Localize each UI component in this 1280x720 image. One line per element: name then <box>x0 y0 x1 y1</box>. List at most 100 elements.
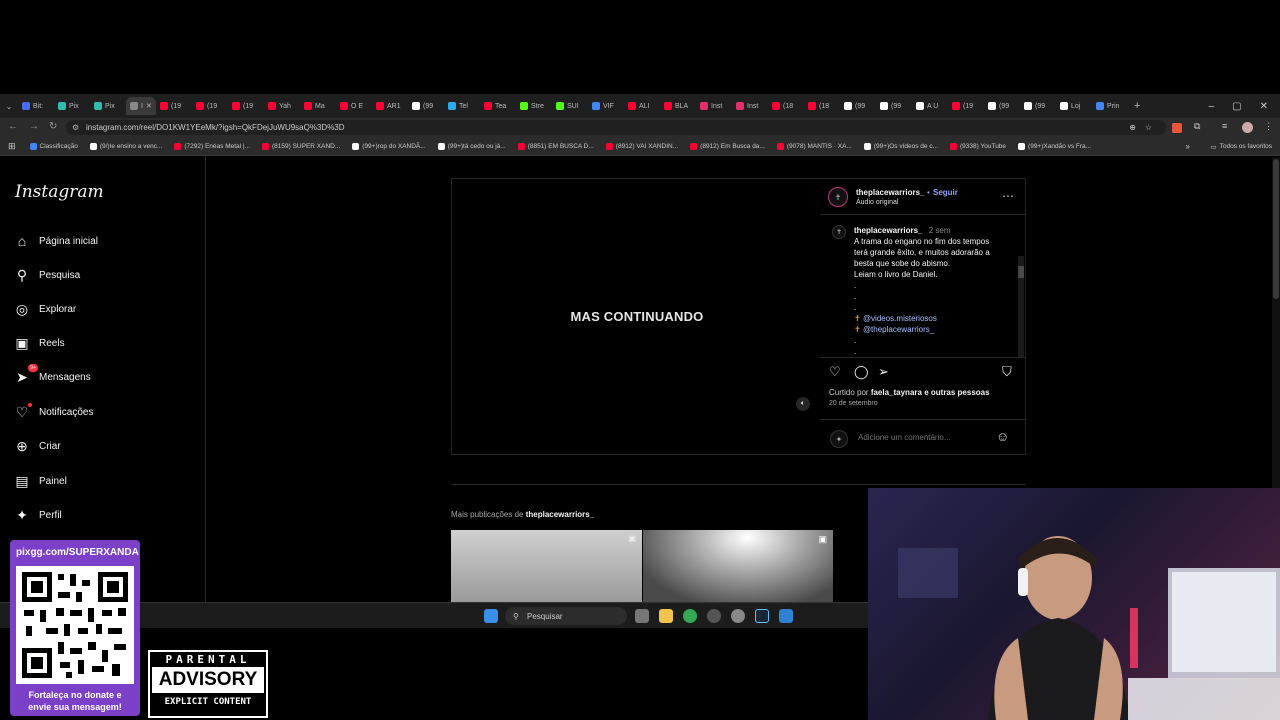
author-avatar[interactable]: ✝ <box>828 187 848 207</box>
follow-button[interactable]: Seguir <box>933 188 958 197</box>
browser-tab[interactable]: (99 <box>1020 97 1056 115</box>
browser-tab[interactable]: Bit: <box>18 97 54 115</box>
more-options-icon[interactable]: ⋯ <box>1002 189 1014 203</box>
browser-tab[interactable]: Prin <box>1092 97 1128 115</box>
bookmark-star-icon[interactable]: ☆ <box>1145 123 1152 132</box>
profile-icon[interactable] <box>1242 122 1253 133</box>
browser-tab[interactable]: Inst <box>732 97 768 115</box>
browser-tab[interactable]: Pix <box>90 97 126 115</box>
instagram-logo[interactable]: Instagram <box>15 182 104 202</box>
browser-tab[interactable]: Yah <box>264 97 300 115</box>
sidebar-item-compass[interactable]: ◎ Explorar <box>14 301 76 317</box>
browser-tab[interactable]: (19 <box>228 97 264 115</box>
share-icon[interactable]: ➢ <box>878 364 889 380</box>
liked-user[interactable]: faela_taynara <box>871 388 922 397</box>
browser-tab[interactable]: (19 <box>192 97 228 115</box>
browser-tab[interactable]: Tea <box>480 97 516 115</box>
browser-tab[interactable]: VIF <box>588 97 624 115</box>
comment-icon[interactable]: ◯ <box>854 364 869 380</box>
emoji-icon[interactable]: ☺ <box>996 429 1009 444</box>
browser-tab[interactable]: Inst <box>696 97 732 115</box>
task-view-icon[interactable] <box>635 609 649 623</box>
back-icon[interactable]: ← <box>8 121 18 132</box>
sidebar-item-reels[interactable]: ▣ Reels <box>14 335 64 351</box>
app-icon[interactable] <box>707 609 721 623</box>
browser-tab[interactable]: Loj <box>1056 97 1092 115</box>
bookmark-item[interactable]: (8159) SUPER XAND... <box>256 143 346 150</box>
browser-tab[interactable]: (18 <box>768 97 804 115</box>
more-post-thumbnail-2[interactable]: ▣ <box>643 530 833 602</box>
tab-search-icon[interactable]: ⌄ <box>0 102 18 111</box>
browser-tab[interactable]: (99 <box>876 97 912 115</box>
sidebar-item-search[interactable]: ⚲ Pesquisa <box>14 267 80 283</box>
browser-tab[interactable]: (99 <box>408 97 444 115</box>
caption-username[interactable]: theplacewarriors_ <box>854 226 922 235</box>
comment-input[interactable] <box>856 432 986 443</box>
taskbar-search[interactable]: ⚲ Pesquisar <box>505 607 627 625</box>
menu-kebab-icon[interactable]: ⋮ <box>1264 121 1273 132</box>
browser-tab[interactable]: Ma <box>300 97 336 115</box>
browser-tab[interactable]: Tel <box>444 97 480 115</box>
bookmark-item[interactable]: (99+)Os vídeos de c... <box>858 143 944 150</box>
caption-scroll-thumb[interactable] <box>1018 266 1024 278</box>
reel-video[interactable]: MAS CONTINUANDO 🔈︎ <box>451 178 821 455</box>
sidebar-item-heart[interactable]: ♡ Notificações <box>14 403 93 420</box>
page-scroll-thumb[interactable] <box>1273 159 1279 299</box>
bookmark-item[interactable]: (9/)Ie ensino a venc... <box>84 143 169 150</box>
chrome-icon[interactable] <box>683 609 697 623</box>
caption-avatar[interactable]: ✝ <box>832 225 846 239</box>
bookmark-item[interactable]: (8851) EM BUSCA D... <box>512 143 600 150</box>
browser-tab[interactable]: ALI <box>624 97 660 115</box>
browser-tab[interactable]: (99 <box>840 97 876 115</box>
zoom-icon[interactable]: ⊕ <box>1129 123 1136 132</box>
extension-icon[interactable] <box>1172 123 1182 133</box>
more-post-thumbnail-1[interactable]: ▣ <box>451 530 642 602</box>
browser-tab[interactable]: Pix <box>54 97 90 115</box>
browser-tab[interactable]: AR1 <box>372 97 408 115</box>
browser-tab[interactable]: Stre <box>516 97 552 115</box>
liked-others[interactable]: e outras pessoas <box>924 388 989 397</box>
close-window-icon[interactable]: ✕ <box>1260 101 1268 112</box>
settings-gear-icon[interactable] <box>731 609 745 623</box>
sidebar-item-profile-avatar[interactable]: ✦ Perfil <box>14 507 62 523</box>
browser-tab[interactable]: (19 <box>948 97 984 115</box>
browser-tab[interactable]: SUI <box>552 97 588 115</box>
mute-toggle-icon[interactable]: 🔈︎ <box>796 397 810 411</box>
steam-icon[interactable] <box>755 609 769 623</box>
sidebar-item-messenger[interactable]: ➤ 9+ Mensagens <box>14 364 91 385</box>
bookmark-item[interactable]: (7292) Enéas Metal |... <box>168 143 256 150</box>
tab-close-icon[interactable]: ✕ <box>146 102 152 110</box>
browser-tab[interactable]: O E <box>336 97 372 115</box>
audio-label[interactable]: Áudio original <box>856 199 898 206</box>
reading-list-icon[interactable]: ≡ <box>1222 121 1227 131</box>
browser-tab[interactable]: I ✕ <box>126 97 156 115</box>
sidebar-item-plus[interactable]: ⊕ Criar <box>14 438 61 454</box>
reload-icon[interactable]: ↻ <box>49 121 57 132</box>
apps-grid-icon[interactable]: ⊞ <box>0 141 24 152</box>
bookmark-item[interactable]: (9338) YouTube <box>944 143 1012 150</box>
bookmark-item[interactable]: (8912) Em Busca da... <box>684 143 771 150</box>
site-info-icon[interactable]: ⚙ <box>72 123 79 132</box>
bookmark-item[interactable]: Classificação <box>24 143 84 150</box>
author-username[interactable]: theplacewarriors_ <box>856 188 924 197</box>
bookmark-item[interactable]: (8912) VAI XANDIN... <box>600 143 684 150</box>
forward-icon[interactable]: → <box>29 121 39 132</box>
mention-link[interactable]: @theplacewarriors_ <box>863 325 934 334</box>
browser-tab[interactable]: A U <box>912 97 948 115</box>
browser-tab[interactable]: (99 <box>984 97 1020 115</box>
sidebar-item-home[interactable]: ⌂ Página inicial <box>14 233 98 249</box>
save-bookmark-icon[interactable]: ⛉ <box>1002 364 1012 380</box>
minimize-icon[interactable]: – <box>1209 101 1215 112</box>
browser-tab[interactable]: (19 <box>156 97 192 115</box>
bookmark-item[interactable]: (99+)Xandão vs Fra... <box>1012 143 1097 150</box>
more-bookmarks-icon[interactable]: » <box>1186 142 1190 151</box>
mention-link[interactable]: @videos.misteriosos <box>863 314 937 323</box>
browser-tab[interactable]: (18 <box>804 97 840 115</box>
url-field[interactable]: ⚙ instagram.com/reel/DO1KW1YEeMk/?igsh=Q… <box>66 120 1166 135</box>
windows-start-icon[interactable] <box>484 609 498 623</box>
maximize-icon[interactable]: ▢ <box>1232 101 1241 112</box>
file-explorer-icon[interactable] <box>659 609 673 623</box>
browser-tab[interactable]: BLA <box>660 97 696 115</box>
like-heart-icon[interactable]: ♡ <box>829 364 841 380</box>
new-tab-button[interactable]: + <box>1128 100 1140 112</box>
